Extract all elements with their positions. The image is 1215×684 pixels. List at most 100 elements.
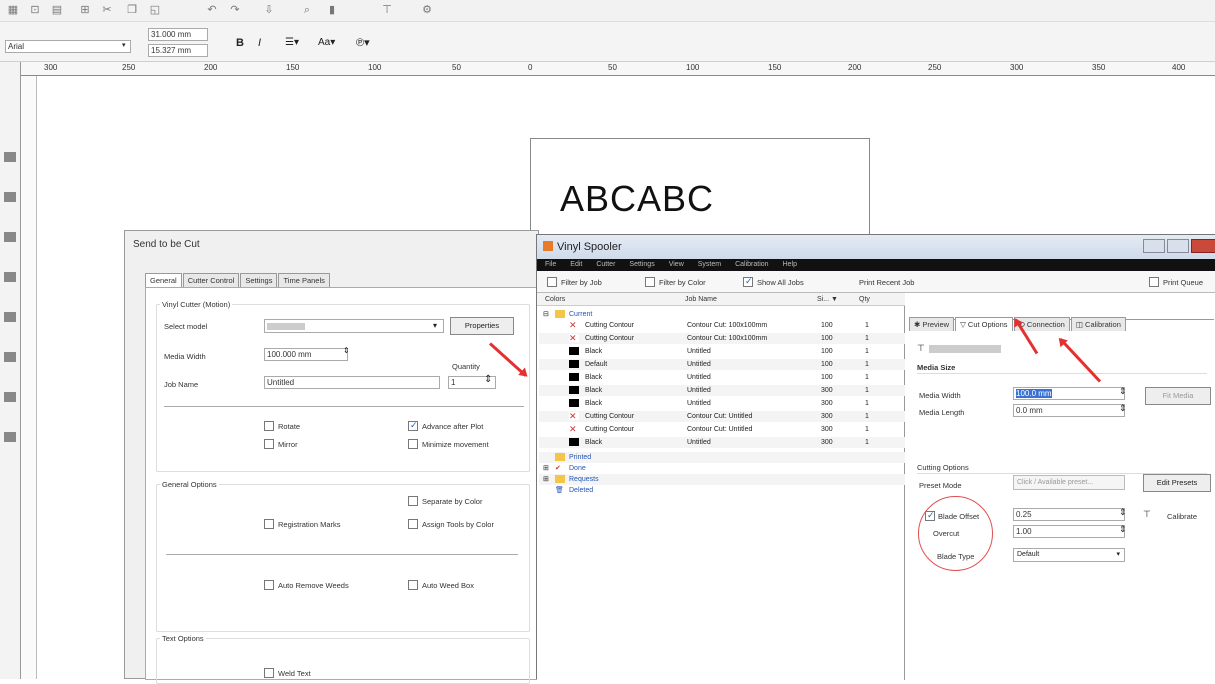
column-job-name[interactable]: Job Name — [685, 296, 717, 303]
media-width-spinner[interactable]: ⇕ — [1119, 386, 1127, 397]
weld-text-checkbox[interactable] — [264, 668, 274, 678]
media-length-field[interactable]: 0.0 mm — [1013, 404, 1125, 417]
tree-node-done[interactable]: ⊞ ✔ Done — [539, 463, 903, 474]
text-case-icon[interactable]: Aa▾ — [318, 37, 335, 48]
separate-by-color-checkbox[interactable] — [408, 496, 418, 506]
table-row[interactable]: Black Untitled 300 1 — [539, 398, 905, 409]
tab-general[interactable]: General — [145, 273, 182, 287]
tree-node-deleted[interactable]: 🗑 Deleted — [539, 485, 903, 496]
italic-icon[interactable]: I — [258, 37, 261, 49]
save-icon[interactable]: ▤ — [50, 4, 64, 17]
align-text-icon[interactable]: ☰▾ — [285, 37, 299, 48]
media-width-field[interactable]: 100.000 mm — [264, 348, 348, 361]
bold-icon[interactable]: B — [236, 37, 244, 49]
table-row[interactable]: ✕ Cutting Contour Contour Cut: Untitled 300… — [539, 411, 905, 422]
tab-cutter-control[interactable]: Cutter Control — [182, 273, 240, 287]
blade-offset-spinner[interactable]: ⇕ — [1119, 507, 1127, 518]
crop-tool-icon[interactable] — [4, 232, 16, 242]
select-tool-icon[interactable] — [4, 152, 16, 162]
print-queue-checkbox[interactable] — [1149, 277, 1159, 287]
table-row[interactable]: ✕ Cutting Contour Contour Cut: 100x100mm 10… — [539, 320, 905, 331]
assign-tools-checkbox[interactable] — [408, 519, 418, 529]
tab-preview[interactable]: ✱ Preview — [909, 317, 955, 331]
font-name-field[interactable]: Arial — [5, 40, 131, 53]
new-icon[interactable]: ▦ — [6, 4, 20, 17]
canvas-text-object[interactable]: ABCABC — [560, 178, 714, 220]
fill-tool-icon[interactable] — [4, 432, 16, 442]
calibrate-label[interactable]: Calibrate — [1167, 512, 1197, 521]
pointer-icon[interactable]: ▮ — [325, 4, 339, 17]
media-width-spinner[interactable]: ⇕ — [343, 346, 350, 355]
copy-icon[interactable]: ❐ — [125, 4, 139, 17]
menu-edit[interactable]: Edit — [570, 259, 582, 271]
text-tool-icon[interactable] — [4, 392, 16, 402]
menu-system[interactable]: System — [698, 259, 721, 271]
print-icon[interactable]: ⊞ — [78, 4, 92, 17]
menu-calibration[interactable]: Calibration — [735, 259, 768, 271]
width-field[interactable]: 31.000 mm — [148, 28, 208, 41]
properties-button[interactable]: Properties — [450, 317, 514, 335]
media-length-spinner[interactable]: ⇕ — [1119, 403, 1127, 414]
blade-offset-field[interactable]: 0.25 — [1013, 508, 1125, 521]
tab-calibration[interactable]: ◫ Calibration — [1070, 317, 1126, 331]
table-row[interactable]: ✕ Cutting Contour Contour Cut: Untitled 300… — [539, 424, 905, 435]
tree-node-current[interactable]: ⊟ Current — [539, 309, 903, 320]
maximize-button[interactable] — [1167, 239, 1189, 253]
overcut-field[interactable]: 1.00 — [1013, 525, 1125, 538]
options-icon[interactable]: ⚙ — [420, 4, 434, 17]
tree-node-printed[interactable]: Printed — [539, 452, 905, 463]
table-row[interactable]: Black Untitled 300 1 — [539, 385, 905, 396]
minimize-movement-checkbox[interactable] — [408, 439, 418, 449]
show-all-jobs-checkbox[interactable] — [743, 276, 753, 287]
tab-time-panels[interactable]: Time Panels — [278, 273, 330, 287]
node-tool-icon[interactable] — [4, 192, 16, 202]
menu-help[interactable]: Help — [783, 259, 797, 271]
cut-icon[interactable]: ✂ — [100, 4, 114, 17]
zoom-icon[interactable]: ⌕ — [300, 4, 314, 17]
auto-weed-box-checkbox[interactable] — [408, 580, 418, 590]
table-row[interactable]: Black Untitled 100 1 — [539, 346, 905, 357]
fit-media-button[interactable]: Fit Media — [1145, 387, 1211, 405]
print-recent-job-label[interactable]: Print Recent Job — [859, 278, 914, 287]
undo-icon[interactable]: ↶ — [205, 4, 219, 17]
align-icon[interactable]: ⊤ — [380, 4, 394, 17]
blade-type-select[interactable]: Default ▾ — [1013, 548, 1125, 562]
open-icon[interactable]: ⊡ — [28, 4, 42, 17]
close-button[interactable] — [1191, 239, 1215, 253]
menu-settings[interactable]: Settings — [629, 259, 654, 271]
registration-marks-checkbox[interactable] — [264, 519, 274, 529]
auto-remove-weeds-checkbox[interactable] — [264, 580, 274, 590]
table-row[interactable]: Black Untitled 100 1 — [539, 372, 905, 383]
job-name-field[interactable]: Untitled — [264, 376, 440, 389]
tab-cut-options[interactable]: ▽ Cut Options — [955, 317, 1013, 331]
overcut-spinner[interactable]: ⇕ — [1119, 524, 1127, 535]
tree-node-requests[interactable]: ⊞ Requests — [539, 474, 905, 485]
column-size[interactable]: Si... ▼ — [817, 296, 838, 303]
media-width-field[interactable]: 100.0 mm — [1013, 387, 1125, 400]
column-colors[interactable]: Colors — [545, 296, 565, 303]
height-field[interactable]: 15.327 mm — [148, 44, 208, 57]
menu-file[interactable]: File — [545, 259, 556, 271]
rotate-checkbox[interactable] — [264, 421, 274, 431]
preset-mode-select[interactable]: Click / Available preset... — [1013, 475, 1125, 490]
edit-presets-button[interactable]: Edit Presets — [1143, 474, 1211, 492]
pen-tool-icon[interactable] — [4, 312, 16, 322]
menu-view[interactable]: View — [669, 259, 684, 271]
column-qty[interactable]: Qty — [859, 296, 870, 303]
minimize-button[interactable] — [1143, 239, 1165, 253]
advance-after-plot-checkbox[interactable] — [408, 420, 418, 431]
paste-icon[interactable]: ◱ — [148, 4, 162, 17]
table-row[interactable]: Default Untitled 100 1 — [539, 359, 905, 370]
zoom-tool-icon[interactable] — [4, 272, 16, 282]
tab-settings[interactable]: Settings — [240, 273, 278, 287]
mirror-checkbox[interactable] — [264, 439, 274, 449]
font-dropdown-icon[interactable]: ▾ — [122, 41, 126, 49]
shape-tool-icon[interactable] — [4, 352, 16, 362]
table-row[interactable]: ✕ Cutting Contour Contour Cut: 100x100mm 10… — [539, 333, 905, 344]
filter-by-color-checkbox[interactable] — [645, 277, 655, 287]
text-effects-icon[interactable]: ℗▾ — [356, 36, 370, 49]
model-select[interactable]: ▾ — [264, 319, 444, 333]
table-row[interactable]: Black Untitled 300 1 — [539, 437, 905, 448]
redo-icon[interactable]: ↷ — [228, 4, 242, 17]
quantity-spinner[interactable]: ⇕ — [484, 374, 492, 385]
